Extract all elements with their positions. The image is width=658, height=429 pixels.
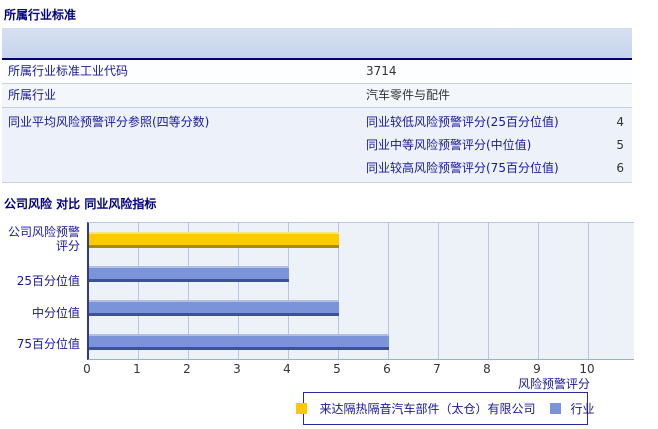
subrow-25th-percentile: 同业较低风险预警评分(25百分位值) 4: [366, 111, 632, 134]
section-title-industry-standard: 所属行业标准: [4, 6, 76, 23]
y-axis-label-25th-percentile: 25百分位值: [0, 274, 80, 288]
table-row-peer-scores: 同业平均风险预警评分参照(四等分数) 同业较低风险预警评分(25百分位值) 4 …: [2, 108, 632, 183]
row-value: 3714: [366, 60, 632, 83]
gridline: [488, 223, 489, 359]
subrow-label: 同业中等风险预警评分(中位值): [366, 134, 584, 157]
x-tick-label: 4: [272, 362, 302, 376]
table-row-industry-code: 所属行业标准工业代码 3714: [2, 60, 632, 84]
x-axis-title: 风险预警评分: [480, 375, 590, 392]
chart-plot-area: [87, 222, 634, 360]
x-tick-label: 0: [72, 362, 102, 376]
legend-label-industry: 行业: [571, 400, 595, 417]
y-axis-label-75th-percentile: 75百分位值: [0, 337, 80, 351]
x-tick-label: 2: [172, 362, 202, 376]
x-tick-label: 7: [422, 362, 452, 376]
x-tick-label: 8: [472, 362, 502, 376]
legend-swatch-industry: [550, 403, 561, 414]
table-row-industry: 所属行业 汽车零件与配件: [2, 84, 632, 108]
x-tick-label: 9: [522, 362, 552, 376]
subrow-value: 6: [584, 157, 632, 180]
gridline: [538, 223, 539, 359]
bar-industry: [89, 334, 389, 350]
subrow-value: 5: [584, 134, 632, 157]
x-tick-label: 6: [372, 362, 402, 376]
row-label: 所属行业: [2, 84, 366, 107]
subrow-label: 同业较低风险预警评分(25百分位值): [366, 111, 584, 134]
y-axis-label-median: 中分位值: [0, 306, 80, 320]
industry-standard-table: 所属行业标准工业代码 3714 所属行业 汽车零件与配件 同业平均风险预警评分参…: [2, 28, 632, 183]
subrow-value: 4: [584, 111, 632, 134]
y-axis-label-company-score: 公司风险预警评分: [0, 225, 80, 253]
subrow-median: 同业中等风险预警评分(中位值) 5: [366, 134, 632, 157]
section-title-risk-comparison: 公司风险 对比 同业风险指标: [4, 195, 156, 212]
peer-score-subrows: 同业较低风险预警评分(25百分位值) 4 同业中等风险预警评分(中位值) 5 同…: [366, 111, 632, 180]
row-value: 汽车零件与配件: [366, 84, 632, 107]
x-axis-ticks: 012345678910: [87, 362, 632, 376]
legend-label-company: 来达隔热隔音汽车部件（太仓）有限公司: [319, 400, 535, 417]
row-label: 所属行业标准工业代码: [2, 60, 366, 83]
row-label: 同业平均风险预警评分参照(四等分数): [2, 111, 366, 134]
bar-industry: [89, 300, 339, 316]
x-tick-label: 1: [122, 362, 152, 376]
x-tick-label: 3: [222, 362, 252, 376]
subrow-label: 同业较高风险预警评分(75百分位值): [366, 157, 584, 180]
bar-industry: [89, 266, 289, 282]
legend-swatch-company: [296, 403, 307, 414]
gridline: [438, 223, 439, 359]
x-tick-label: 10: [572, 362, 602, 376]
subrow-75th-percentile: 同业较高风险预警评分(75百分位值) 6: [366, 157, 632, 180]
gridline: [588, 223, 589, 359]
chart-legend: 来达隔热隔音汽车部件（太仓）有限公司 行业: [303, 392, 588, 425]
report-page: 所属行业标准 所属行业标准工业代码 3714 所属行业 汽车零件与配件 同业平均…: [0, 0, 658, 429]
bar-company: [89, 232, 339, 248]
table-header-band: [2, 28, 632, 60]
x-tick-label: 5: [322, 362, 352, 376]
